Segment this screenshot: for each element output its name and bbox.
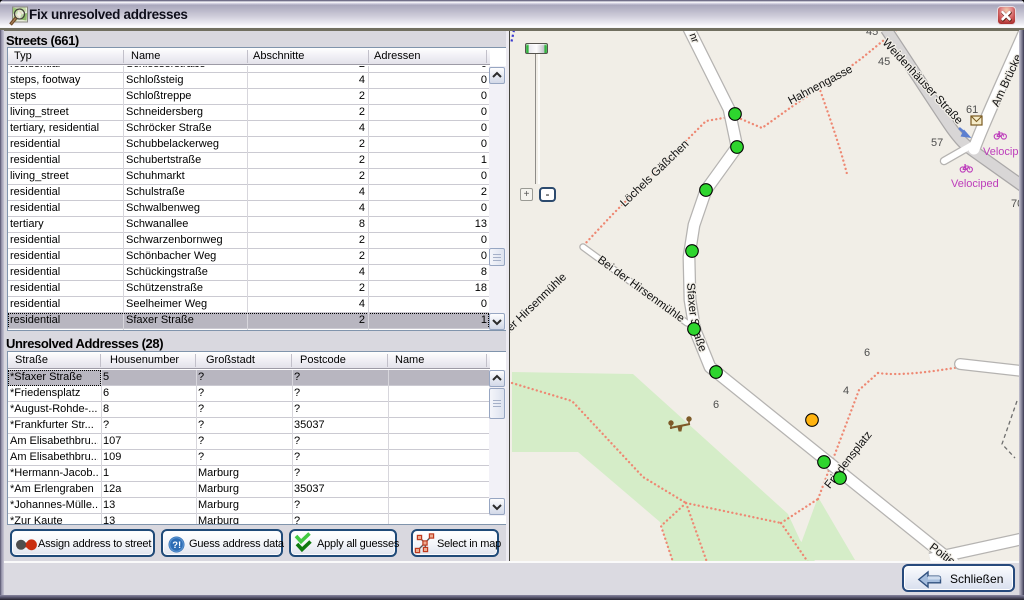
svg-text:57: 57: [931, 137, 943, 149]
svg-text:45: 45: [878, 56, 890, 68]
svg-text:45: 45: [866, 31, 878, 38]
svg-text:?!: ?!: [172, 540, 181, 551]
svg-text:4: 4: [843, 385, 849, 397]
svg-text:6: 6: [864, 347, 870, 359]
svg-text:70: 70: [1011, 198, 1019, 210]
svg-text:61: 61: [966, 104, 978, 116]
svg-text:6: 6: [713, 399, 719, 411]
svg-text:Velociped: Velociped: [983, 146, 1019, 158]
svg-text:Velociped: Velociped: [951, 178, 999, 190]
